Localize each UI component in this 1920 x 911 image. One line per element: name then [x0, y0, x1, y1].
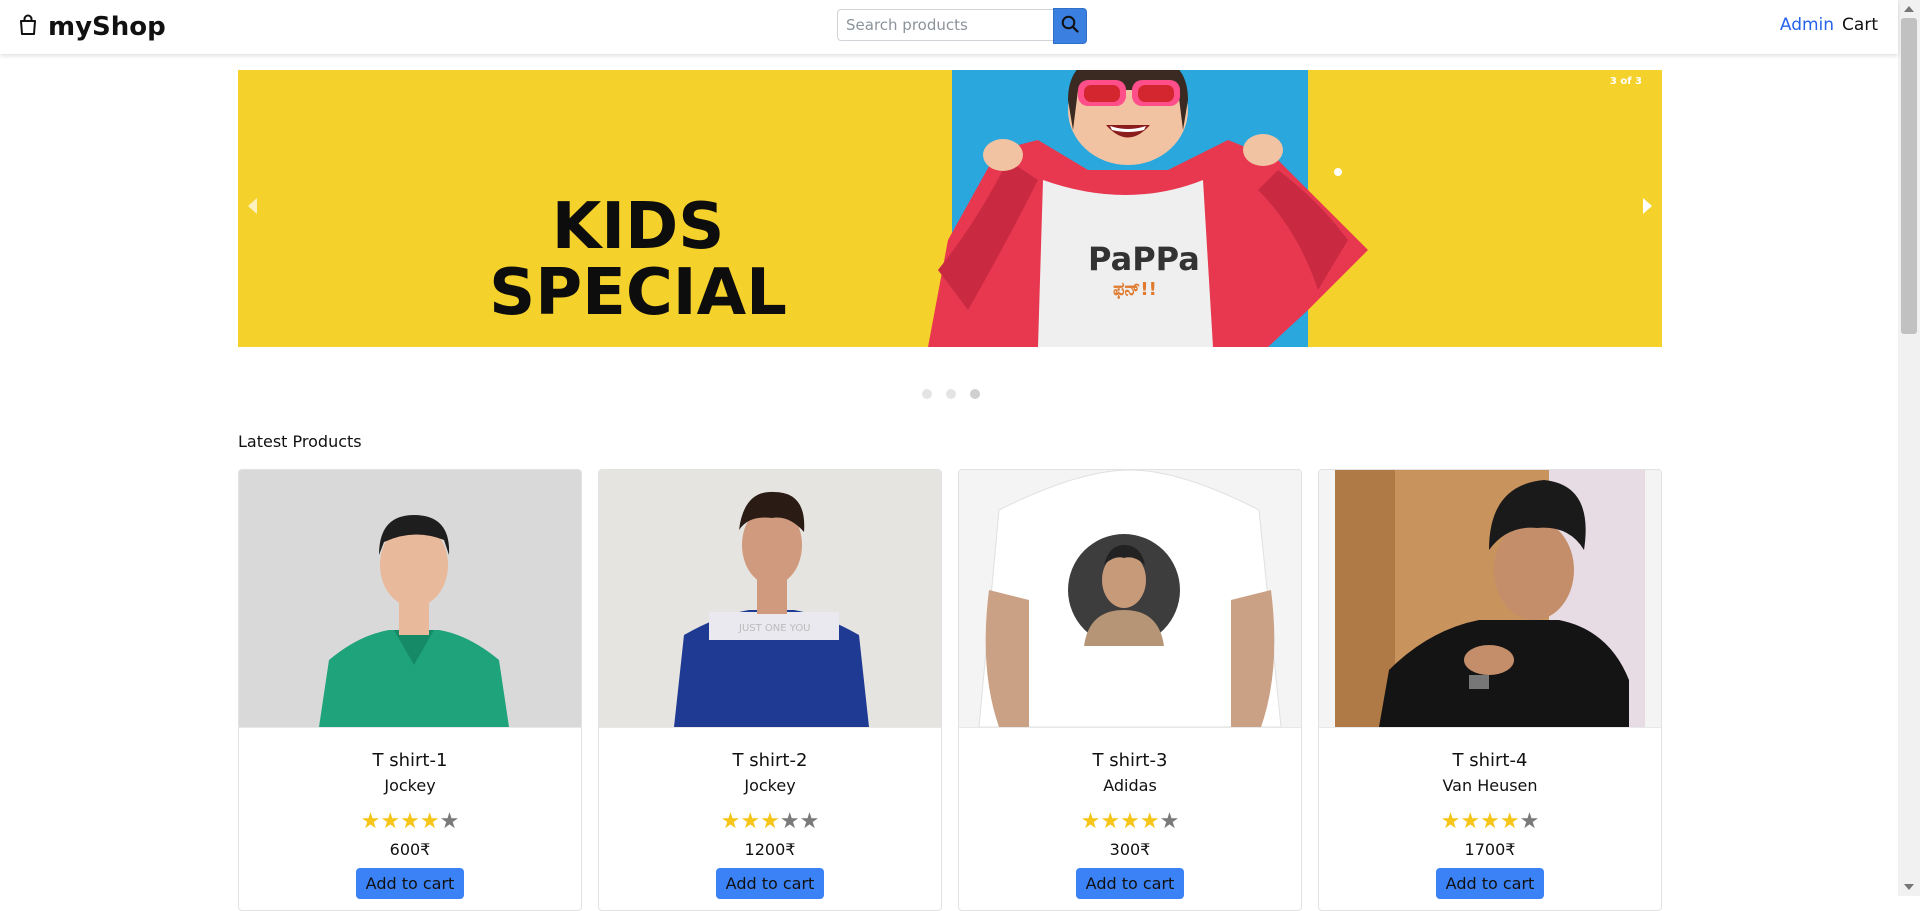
product-name[interactable]: T shirt-1 — [239, 749, 581, 773]
brand-name: myShop — [48, 12, 166, 42]
search-bar — [837, 8, 1087, 44]
product-name[interactable]: T shirt-2 — [599, 749, 941, 773]
product-rating: ★★★★★ — [239, 810, 581, 834]
add-to-cart-button[interactable]: Add to cart — [355, 868, 465, 899]
star-icon: ★ — [1120, 809, 1140, 834]
headline-line-2: SPECIAL — [489, 256, 787, 330]
star-icon: ★ — [400, 809, 420, 834]
scroll-up-arrow[interactable] — [1904, 6, 1914, 12]
product-card[interactable]: JUST ONE YOU T shirt-2 Jockey ★★★★★ 1200… — [598, 469, 942, 911]
star-icon: ★ — [1139, 809, 1160, 834]
product-rating: ★★★★★ — [959, 810, 1301, 834]
star-icon: ★ — [740, 809, 761, 834]
product-rating: ★★★★★ — [599, 810, 941, 834]
star-icon: ★ — [419, 809, 440, 834]
admin-link[interactable]: Admin — [1780, 15, 1834, 35]
product-card[interactable]: T shirt-1 Jockey ★★★★★ 600₹ Add to cart — [238, 469, 582, 911]
carousel-next-arrow[interactable] — [1643, 198, 1652, 214]
star-icon: ★ — [360, 809, 381, 834]
card-body: T shirt-1 Jockey ★★★★★ 600₹ Add to cart — [239, 749, 581, 899]
add-to-cart-button[interactable]: Add to cart — [715, 868, 825, 899]
search-icon — [1061, 15, 1079, 37]
product-name[interactable]: T shirt-3 — [959, 749, 1301, 773]
star-empty-icon: ★ — [439, 809, 460, 834]
shopping-bag-icon — [18, 14, 38, 40]
add-to-cart-button[interactable]: Add to cart — [1075, 868, 1185, 899]
star-icon: ★ — [720, 809, 741, 834]
product-image[interactable] — [239, 470, 581, 728]
card-body: T shirt-3 Adidas ★★★★★ 300₹ Add to cart — [959, 749, 1301, 899]
product-name[interactable]: T shirt-4 — [1319, 749, 1661, 773]
product-image[interactable]: JUST ONE YOU — [599, 470, 941, 728]
carousel-dot-2[interactable] — [946, 389, 956, 399]
star-empty-icon: ★ — [1519, 809, 1540, 834]
svg-text:JUST ONE YOU: JUST ONE YOU — [738, 623, 811, 634]
banner-headline: KIDS SPECIAL — [488, 194, 788, 326]
product-brand: Jockey — [384, 776, 436, 795]
slide-counter: 3 of 3 — [1609, 76, 1642, 87]
carousel-dot-1[interactable] — [922, 389, 932, 399]
cart-link[interactable]: Cart — [1842, 15, 1878, 35]
star-empty-icon: ★ — [799, 809, 820, 834]
card-body: T shirt-2 Jockey ★★★★★ 1200₹ Add to cart — [599, 749, 941, 899]
banner-kid-image: PaPPa ಫನ್!! — [928, 70, 1368, 347]
search-button[interactable] — [1053, 8, 1087, 44]
product-brand: Van Heusen — [1442, 776, 1538, 795]
star-icon: ★ — [1100, 809, 1121, 834]
brand[interactable]: myShop — [18, 12, 166, 42]
product-grid: T shirt-1 Jockey ★★★★★ 600₹ Add to cart … — [238, 469, 1662, 911]
star-icon: ★ — [380, 809, 401, 834]
product-price: 300₹ — [1109, 840, 1151, 859]
svg-text:ಫನ್!!: ಫನ್!! — [1113, 279, 1157, 300]
product-price: 1200₹ — [744, 840, 796, 859]
product-brand: Jockey — [744, 776, 796, 795]
star-empty-icon: ★ — [1159, 809, 1180, 834]
hero-carousel[interactable]: KIDS SPECIAL PaPPa ಫನ್!! 3 of 3 — [238, 70, 1662, 347]
scroll-down-arrow[interactable] — [1904, 884, 1914, 890]
product-price: 1700₹ — [1464, 840, 1516, 859]
headline-line-1: KIDS — [551, 190, 725, 264]
section-title: Latest Products — [238, 432, 362, 451]
product-image[interactable] — [959, 470, 1301, 728]
product-brand: Adidas — [1103, 776, 1157, 795]
carousel-indicators — [922, 389, 980, 399]
star-empty-icon: ★ — [779, 809, 800, 834]
product-card[interactable]: T shirt-4 Van Heusen ★★★★★ 1700₹ Add to … — [1318, 469, 1662, 911]
navbar: myShop Admin Cart — [0, 0, 1898, 54]
shirt-print-text: PaPPa — [1088, 240, 1200, 278]
product-price: 600₹ — [389, 840, 431, 859]
star-icon: ★ — [760, 809, 780, 834]
page-scrollbar[interactable] — [1898, 0, 1920, 896]
card-body: T shirt-4 Van Heusen ★★★★★ 1700₹ Add to … — [1319, 749, 1661, 899]
product-rating: ★★★★★ — [1319, 810, 1661, 834]
scroll-thumb[interactable] — [1901, 18, 1917, 334]
product-card[interactable]: T shirt-3 Adidas ★★★★★ 300₹ Add to cart — [958, 469, 1302, 911]
carousel-dot-3[interactable] — [970, 389, 980, 399]
star-icon: ★ — [1480, 809, 1500, 834]
star-icon: ★ — [1499, 809, 1520, 834]
star-icon: ★ — [1440, 809, 1461, 834]
star-icon: ★ — [1460, 809, 1481, 834]
search-input[interactable] — [837, 9, 1053, 41]
star-icon: ★ — [1080, 809, 1101, 834]
add-to-cart-button[interactable]: Add to cart — [1435, 868, 1545, 899]
carousel-prev-arrow[interactable] — [248, 198, 257, 214]
product-image[interactable] — [1319, 470, 1661, 728]
nav-links: Admin Cart — [1780, 15, 1878, 35]
